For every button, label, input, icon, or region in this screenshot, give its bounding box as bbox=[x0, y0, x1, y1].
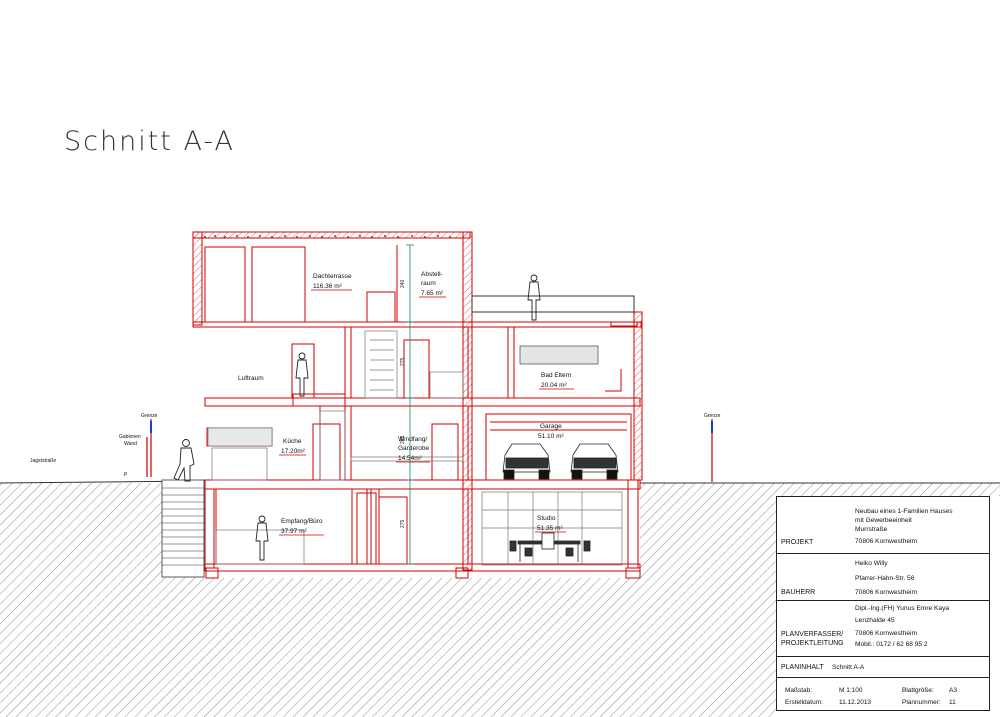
room-dachterrasse-name: Dachterrasse bbox=[313, 273, 352, 280]
p-marker: P bbox=[124, 472, 128, 478]
person-office bbox=[255, 515, 269, 561]
dim-2: 275 bbox=[400, 357, 406, 366]
massstab-label: Maßstab: bbox=[785, 687, 813, 694]
studio-furniture bbox=[509, 532, 591, 562]
room-luftraum-name: Luftraum bbox=[238, 375, 264, 382]
projekt-line-4: 70806 Kornwestheim bbox=[855, 538, 917, 545]
room-studio-name: Studio bbox=[537, 515, 556, 522]
divider-meta bbox=[777, 677, 989, 678]
planverfasser-line-3: 70806 Kornwestheim bbox=[855, 630, 917, 637]
room-empfang-name: Empfang/Büro bbox=[281, 518, 323, 525]
blattgroesse-label: Blattgröße: bbox=[902, 687, 934, 694]
room-garage-area: 51.10 m² bbox=[538, 433, 564, 440]
building-section bbox=[192, 231, 643, 579]
erstelldatum-value: 11.12.2013 bbox=[839, 699, 872, 706]
room-abstellraum-name-1: Abstell- bbox=[421, 271, 443, 278]
room-bad-eltern-area: 20.04 m² bbox=[541, 382, 567, 389]
divider-bauherr bbox=[777, 553, 989, 554]
drawing-sheet: Schnitt A-A Grenze Grenze Gabionen Wand … bbox=[0, 0, 1000, 717]
projekt-label: PROJEKT bbox=[781, 539, 814, 546]
planverfasser-line-2: Lenzhalde 45 bbox=[855, 617, 895, 624]
planinhalt-value: Schnitt A-A bbox=[832, 664, 865, 671]
gabionen-label-2: Wand bbox=[124, 441, 137, 447]
planinhalt-label: PLANINHALT bbox=[781, 664, 824, 671]
dim-4: 275 bbox=[400, 519, 406, 528]
bauherr-line-3: 70806 Kornwestheim bbox=[855, 589, 917, 596]
street-label: Jagststraße bbox=[30, 458, 56, 464]
grenze-right-label: Grenze bbox=[704, 413, 721, 419]
room-bad-eltern-name: Bad Eltern bbox=[541, 372, 572, 379]
room-abstellraum-area: 7.65 m² bbox=[421, 290, 444, 297]
bauherr-line-2: Pfarrer-Hahn-Str. 56 bbox=[855, 575, 915, 582]
divider-planinhalt bbox=[777, 656, 989, 657]
room-empfang-area: 37.97 m² bbox=[281, 528, 307, 535]
room-garage-name: Garage bbox=[540, 423, 562, 430]
room-abstellraum-name-2: raum bbox=[421, 280, 436, 287]
room-windfang-name-1: Windfang/ bbox=[398, 436, 427, 443]
room-windfang-name-2: Garderobe bbox=[398, 445, 429, 452]
property-line-left bbox=[146, 419, 152, 477]
room-studio-area: 51.35 m² bbox=[537, 525, 563, 532]
plannummer-label: Plannummer: bbox=[902, 699, 941, 706]
dim-1: 240 bbox=[400, 279, 406, 288]
car-left bbox=[502, 443, 551, 480]
gabionen-label-1: Gabionen bbox=[119, 434, 141, 440]
room-kueche-name: Küche bbox=[283, 438, 302, 445]
planverfasser-line-4: Mobil.: 0172 / 62 68 95 2 bbox=[855, 641, 928, 648]
erstelldatum-label: Erstelldatum: bbox=[785, 699, 823, 706]
grenze-left-label: Grenze bbox=[141, 413, 158, 419]
bauherr-line-1: Heiko Willy bbox=[855, 560, 888, 567]
car-right bbox=[570, 443, 619, 480]
plannummer-value: 11 bbox=[949, 699, 956, 706]
person-stair bbox=[173, 439, 195, 482]
planverfasser-label-1: PLANVERFASSER/ bbox=[781, 631, 844, 638]
planverfasser-label-2: PROJEKTLEITUNG bbox=[781, 640, 844, 647]
massstab-value: M 1:100 bbox=[839, 687, 863, 694]
room-dachterrasse-area: 116.36 m² bbox=[313, 283, 343, 290]
divider-planverfasser bbox=[777, 600, 989, 601]
person-luftraum bbox=[295, 352, 309, 397]
projekt-line-3: Murrstraße bbox=[855, 526, 888, 533]
room-windfang-area: 14.54m² bbox=[398, 455, 423, 462]
exterior-stair bbox=[161, 479, 205, 578]
title-block: Neubau eines 1-Familien Hauses mit Gewer… bbox=[776, 496, 990, 711]
planverfasser-line-1: Dipl.-Ing.(FH) Yunus Emre Kaya bbox=[855, 605, 950, 612]
room-kueche-area: 17.20m² bbox=[281, 448, 306, 455]
person-roof bbox=[527, 274, 541, 321]
blattgroesse-value: A3 bbox=[949, 687, 957, 694]
bauherr-label: BAUHERR bbox=[781, 589, 816, 596]
